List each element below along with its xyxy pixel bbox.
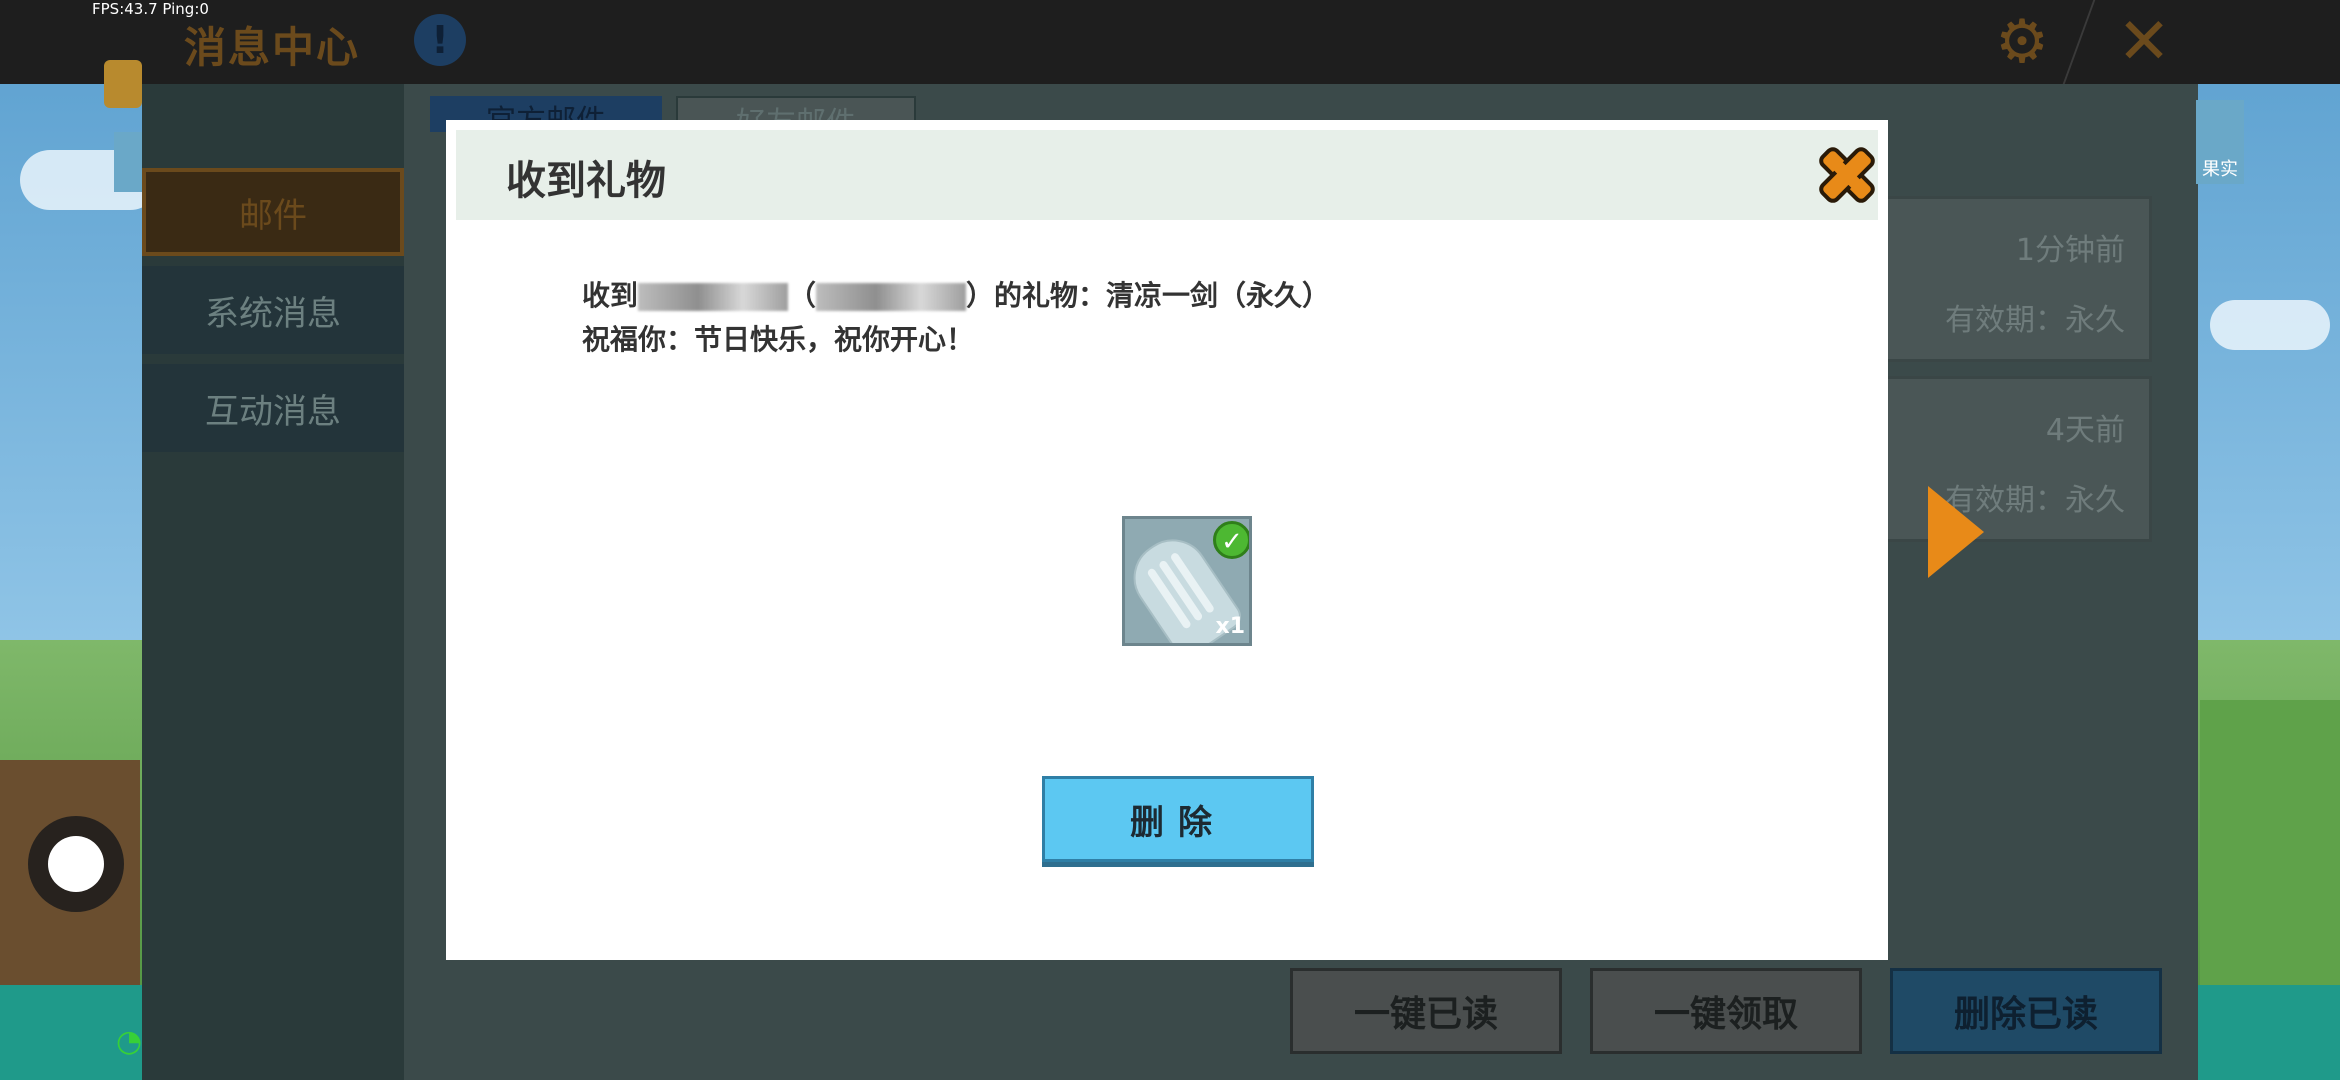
close-icon[interactable]	[1814, 142, 1880, 208]
redacted-sender-id	[816, 283, 967, 311]
joystick-handle[interactable]	[48, 836, 104, 892]
message-suffix: ）的礼物：清凉一剑（永久）	[966, 279, 1331, 312]
sidebar-item-label: 系统消息	[205, 293, 341, 334]
dialog-header: 收到礼物	[456, 130, 1878, 220]
list-item[interactable]: 4天前 有效期：永久	[1882, 376, 2152, 542]
message-paren-open: （	[788, 279, 817, 312]
delete-button[interactable]: 删除	[1042, 776, 1314, 862]
buy-button[interactable]: 果实	[2196, 100, 2244, 184]
cloud	[2210, 300, 2330, 350]
gift-message-line2: 祝福你：节日快乐，祝你开心！	[582, 323, 975, 356]
message-prefix: 收到	[582, 279, 639, 312]
mail-time: 1分钟前	[2015, 233, 2125, 268]
next-arrow-icon[interactable]	[1928, 486, 1984, 578]
sidebar-item-label: 互动消息	[205, 391, 341, 432]
check-icon: ✓	[1213, 521, 1249, 559]
sidebar-item-mail[interactable]: 邮件	[142, 168, 404, 256]
gift-item-slot[interactable]: ✓ x1	[1122, 516, 1252, 646]
sidebar-item-label: 邮件	[239, 195, 307, 236]
buy-label: 果实	[2202, 159, 2238, 180]
sidebar-item-interaction-messages[interactable]: 互动消息	[142, 364, 404, 452]
claim-all-button[interactable]: 一键领取	[1590, 968, 1862, 1054]
close-icon[interactable]: ✕	[2110, 8, 2178, 76]
read-all-button[interactable]: 一键已读	[1290, 968, 1562, 1054]
delete-read-button[interactable]: 删除已读	[1890, 968, 2162, 1054]
redacted-sender-name	[638, 283, 789, 311]
mail-expiry: 有效期：永久	[1945, 303, 2125, 338]
microphone-icon[interactable]	[114, 132, 144, 192]
gift-dialog: 收到礼物 收到 （ ）的礼物：清凉一剑（永久） 祝福你：节日快乐，祝你开心！ ✓ x…	[446, 120, 1888, 960]
item-quantity: x1	[1215, 614, 1246, 639]
list-item[interactable]: 1分钟前 有效期：永久	[1882, 196, 2152, 362]
wifi-icon: ◔	[116, 1024, 143, 1059]
gear-icon[interactable]: ⚙	[1990, 10, 2054, 74]
dialog-title: 收到礼物	[506, 158, 666, 204]
mail-time: 4天前	[2045, 413, 2125, 448]
page-title: 消息中心	[184, 23, 361, 72]
avatar[interactable]	[104, 60, 142, 108]
gift-message-line1: 收到 （ ）的礼物：清凉一剑（永久）	[582, 274, 1330, 314]
sidebar-item-system-messages[interactable]: 系统消息	[142, 266, 404, 354]
info-icon[interactable]: !	[414, 14, 466, 66]
